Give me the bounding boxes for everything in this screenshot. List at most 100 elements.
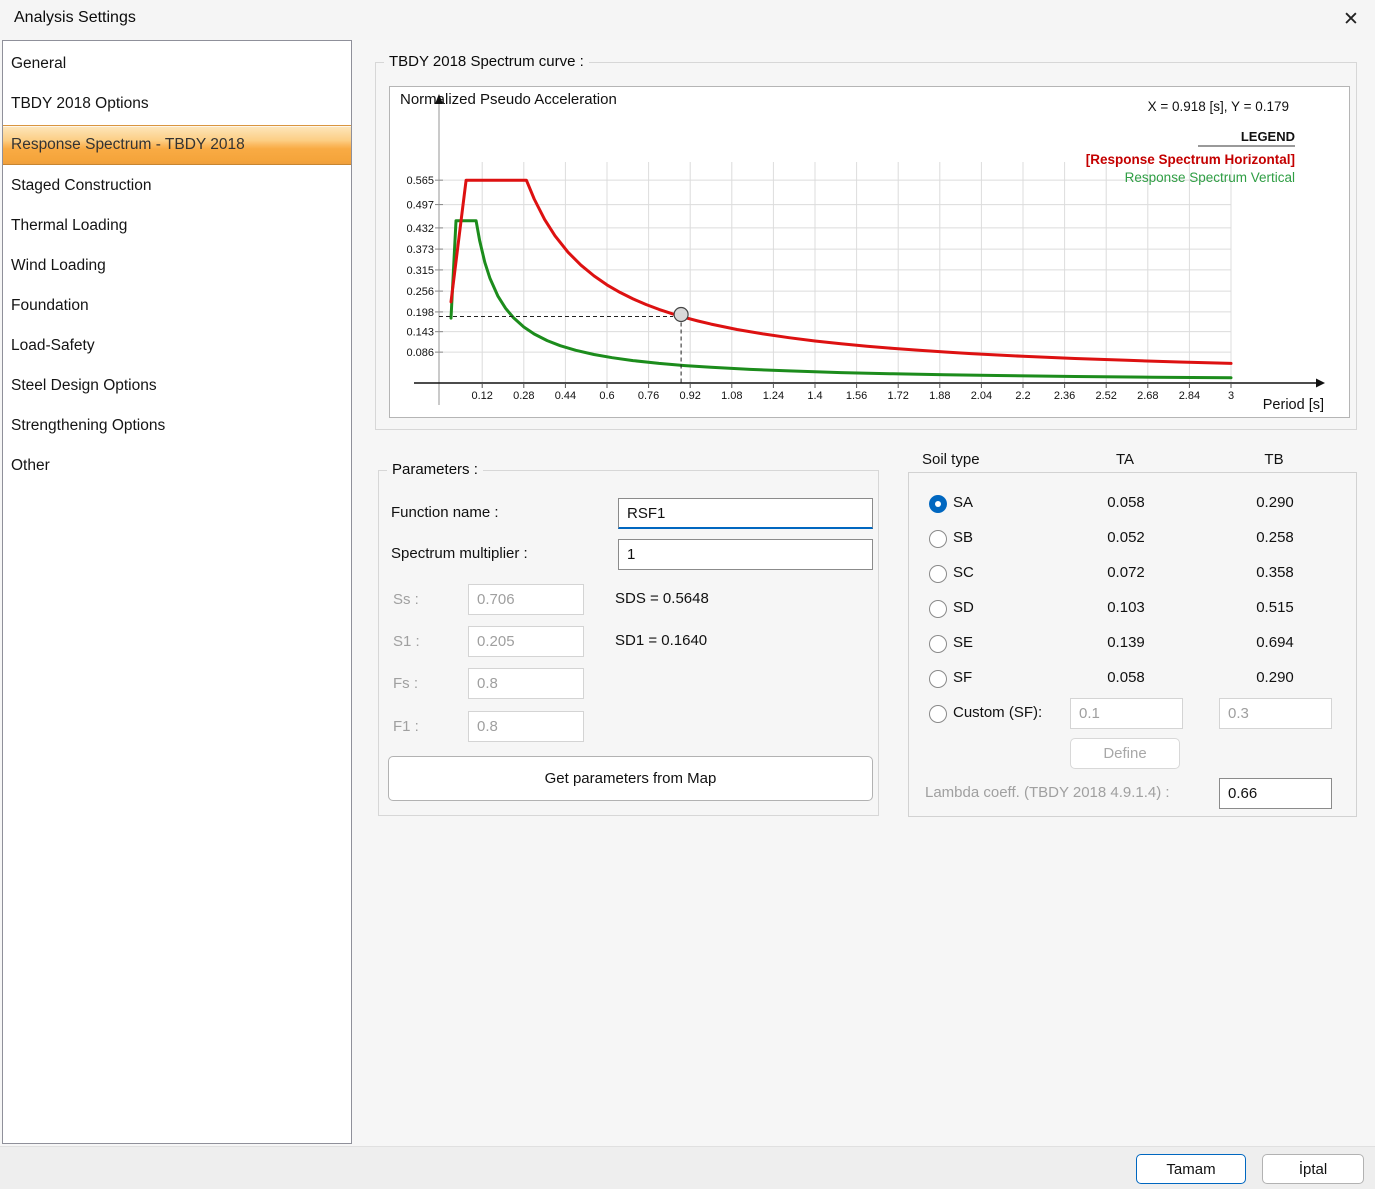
sds-value-text: SDS = 0.5648 bbox=[615, 590, 709, 607]
soil-label-sb[interactable]: SB bbox=[953, 529, 973, 546]
y-axis-title: Normalized Pseudo Acceleration bbox=[400, 91, 617, 108]
soil-type-column-header: Soil type bbox=[922, 451, 980, 468]
y-tick-label: 0.315 bbox=[406, 265, 434, 277]
custom-ta-input bbox=[1070, 698, 1183, 729]
soil-row-se: SE0.1390.694 bbox=[909, 627, 1356, 662]
soil-radio-sb[interactable] bbox=[929, 530, 947, 548]
sidebar-item-other[interactable]: Other bbox=[3, 446, 351, 486]
x-tick-label: 0.28 bbox=[513, 390, 534, 402]
x-tick-label: 1.56 bbox=[846, 390, 867, 402]
soil-row-sb: SB 0.052 0.258 bbox=[909, 522, 1356, 557]
x-tick-label: 0.76 bbox=[638, 390, 659, 402]
coeff-label-f1: F1 : bbox=[393, 718, 419, 735]
soil-type-panel: SA0.0580.290SB0.0520.258SC0.0720.358SD0.… bbox=[908, 472, 1357, 817]
spectrum-chart-plot[interactable]: Normalized Pseudo Acceleration X = 0.918 … bbox=[389, 86, 1350, 418]
soil-label-sd[interactable]: SD bbox=[953, 599, 974, 616]
x-tick-label: 1.4 bbox=[807, 390, 822, 402]
x-axis-arrow-icon bbox=[1316, 379, 1325, 388]
spectrum-chart[interactable]: Normalized Pseudo Acceleration X = 0.918 … bbox=[390, 87, 1349, 417]
sidebar-item-steel-design-options[interactable]: Steel Design Options bbox=[3, 366, 351, 406]
cancel-button[interactable]: İptal bbox=[1262, 1154, 1364, 1184]
soil-label-se[interactable]: SE bbox=[953, 634, 973, 651]
x-tick-label: 2.84 bbox=[1179, 390, 1200, 402]
x-tick-label: 1.08 bbox=[721, 390, 742, 402]
coeff-label-ss: Ss : bbox=[393, 591, 419, 608]
soil-ta-value: 0.058 bbox=[1086, 669, 1166, 686]
ok-button[interactable]: Tamam bbox=[1136, 1154, 1246, 1184]
sidebar-item-staged-construction[interactable]: Staged Construction bbox=[3, 166, 351, 206]
y-tick-label: 0.497 bbox=[406, 200, 434, 212]
legend-item-horizontal: [Response Spectrum Horizontal] bbox=[1086, 152, 1295, 167]
lambda-coeff-label: Lambda coeff. (TBDY 2018 4.9.1.4) : bbox=[925, 784, 1170, 801]
analysis-settings-dialog: Analysis Settings ✕ GeneralTBDY 2018 Opt… bbox=[0, 0, 1375, 1189]
coeff-input-fs bbox=[468, 668, 584, 699]
soil-tb-value: 0.290 bbox=[1235, 494, 1315, 511]
cursor-readout: X = 0.918 [s], Y = 0.179 bbox=[1148, 99, 1289, 114]
curve-response-spectrum-horizontal bbox=[451, 180, 1231, 363]
soil-tb-value: 0.358 bbox=[1235, 564, 1315, 581]
sd1-value-text: SD1 = 0.1640 bbox=[615, 632, 707, 649]
title-bar: Analysis Settings ✕ bbox=[0, 0, 1375, 40]
soil-tb-value: 0.515 bbox=[1235, 599, 1315, 616]
coeff-label-s1: S1 : bbox=[393, 633, 420, 650]
custom-sf-radio[interactable] bbox=[929, 705, 947, 723]
sidebar-item-tbdy-2018-options[interactable]: TBDY 2018 Options bbox=[3, 84, 351, 124]
close-icon[interactable]: ✕ bbox=[1330, 2, 1372, 36]
spectrum-multiplier-input[interactable] bbox=[618, 539, 873, 570]
soil-radio-sa[interactable] bbox=[929, 495, 947, 513]
sidebar-item-response-spectrum-tbdy-2018[interactable]: Response Spectrum - TBDY 2018 bbox=[3, 125, 351, 165]
soil-ta-value: 0.072 bbox=[1086, 564, 1166, 581]
cursor-marker[interactable] bbox=[674, 307, 688, 321]
soil-ta-value: 0.103 bbox=[1086, 599, 1166, 616]
coeff-input-s1 bbox=[468, 626, 584, 657]
sidebar-item-foundation[interactable]: Foundation bbox=[3, 286, 351, 326]
lambda-coeff-input[interactable] bbox=[1219, 778, 1332, 809]
soil-radio-sd[interactable] bbox=[929, 600, 947, 618]
soil-row-sa: SA0.0580.290 bbox=[909, 487, 1356, 522]
y-tick-label: 0.143 bbox=[406, 327, 434, 339]
custom-tb-input bbox=[1219, 698, 1332, 729]
x-tick-label: 2.2 bbox=[1015, 390, 1030, 402]
coeff-input-f1 bbox=[468, 711, 584, 742]
soil-row-sd: SD 0.103 0.515 bbox=[909, 592, 1356, 627]
soil-tb-value: 0.258 bbox=[1235, 529, 1315, 546]
y-tick-label: 0.256 bbox=[406, 286, 434, 298]
function-name-label: Function name : bbox=[391, 504, 499, 521]
curve-response-spectrum-vertical bbox=[451, 221, 1231, 378]
soil-row-sc: SC 0.072 0.358 bbox=[909, 557, 1356, 592]
spectrum-curve-group-title: TBDY 2018 Spectrum curve : bbox=[384, 53, 589, 70]
soil-label-sc[interactable]: SC bbox=[953, 564, 974, 581]
sidebar-item-general[interactable]: General bbox=[3, 44, 351, 84]
get-parameters-from-map-button[interactable]: Get parameters from Map bbox=[388, 756, 873, 801]
soil-radio-sc[interactable] bbox=[929, 565, 947, 583]
parameters-groupbox: Parameters : Function name : Spectrum mu… bbox=[378, 470, 879, 816]
x-tick-label: 1.88 bbox=[929, 390, 950, 402]
soil-radio-se[interactable] bbox=[929, 635, 947, 653]
spectrum-multiplier-label: Spectrum multiplier : bbox=[391, 545, 528, 562]
function-name-input[interactable] bbox=[618, 498, 873, 529]
x-tick-label: 0.92 bbox=[679, 390, 700, 402]
soil-label-sf[interactable]: SF bbox=[953, 669, 972, 686]
sidebar-item-load-safety[interactable]: Load-Safety bbox=[3, 326, 351, 366]
y-tick-label: 0.565 bbox=[406, 175, 434, 187]
y-tick-label: 0.086 bbox=[406, 347, 434, 359]
x-tick-label: 2.04 bbox=[971, 390, 992, 402]
soil-ta-value: 0.139 bbox=[1086, 634, 1166, 651]
soil-label-sa[interactable]: SA bbox=[953, 494, 973, 511]
coeff-label-fs: Fs : bbox=[393, 675, 418, 692]
tb-column-header: TB bbox=[1234, 451, 1314, 468]
soil-ta-value: 0.052 bbox=[1086, 529, 1166, 546]
sidebar-item-strengthening-options[interactable]: Strengthening Options bbox=[3, 406, 351, 446]
custom-sf-label[interactable]: Custom (SF): bbox=[953, 704, 1042, 721]
sidebar-item-thermal-loading[interactable]: Thermal Loading bbox=[3, 206, 351, 246]
x-tick-label: 3 bbox=[1228, 390, 1234, 402]
x-tick-label: 1.72 bbox=[887, 390, 908, 402]
y-tick-label: 0.373 bbox=[406, 244, 434, 256]
sidebar-item-wind-loading[interactable]: Wind Loading bbox=[3, 246, 351, 286]
coeff-input-ss bbox=[468, 584, 584, 615]
legend-item-vertical: Response Spectrum Vertical bbox=[1125, 170, 1295, 185]
legend-title: LEGEND bbox=[1241, 129, 1295, 144]
spectrum-curve-groupbox: TBDY 2018 Spectrum curve : Normalized Ps… bbox=[375, 62, 1357, 430]
y-tick-label: 0.432 bbox=[406, 223, 434, 235]
soil-radio-sf[interactable] bbox=[929, 670, 947, 688]
